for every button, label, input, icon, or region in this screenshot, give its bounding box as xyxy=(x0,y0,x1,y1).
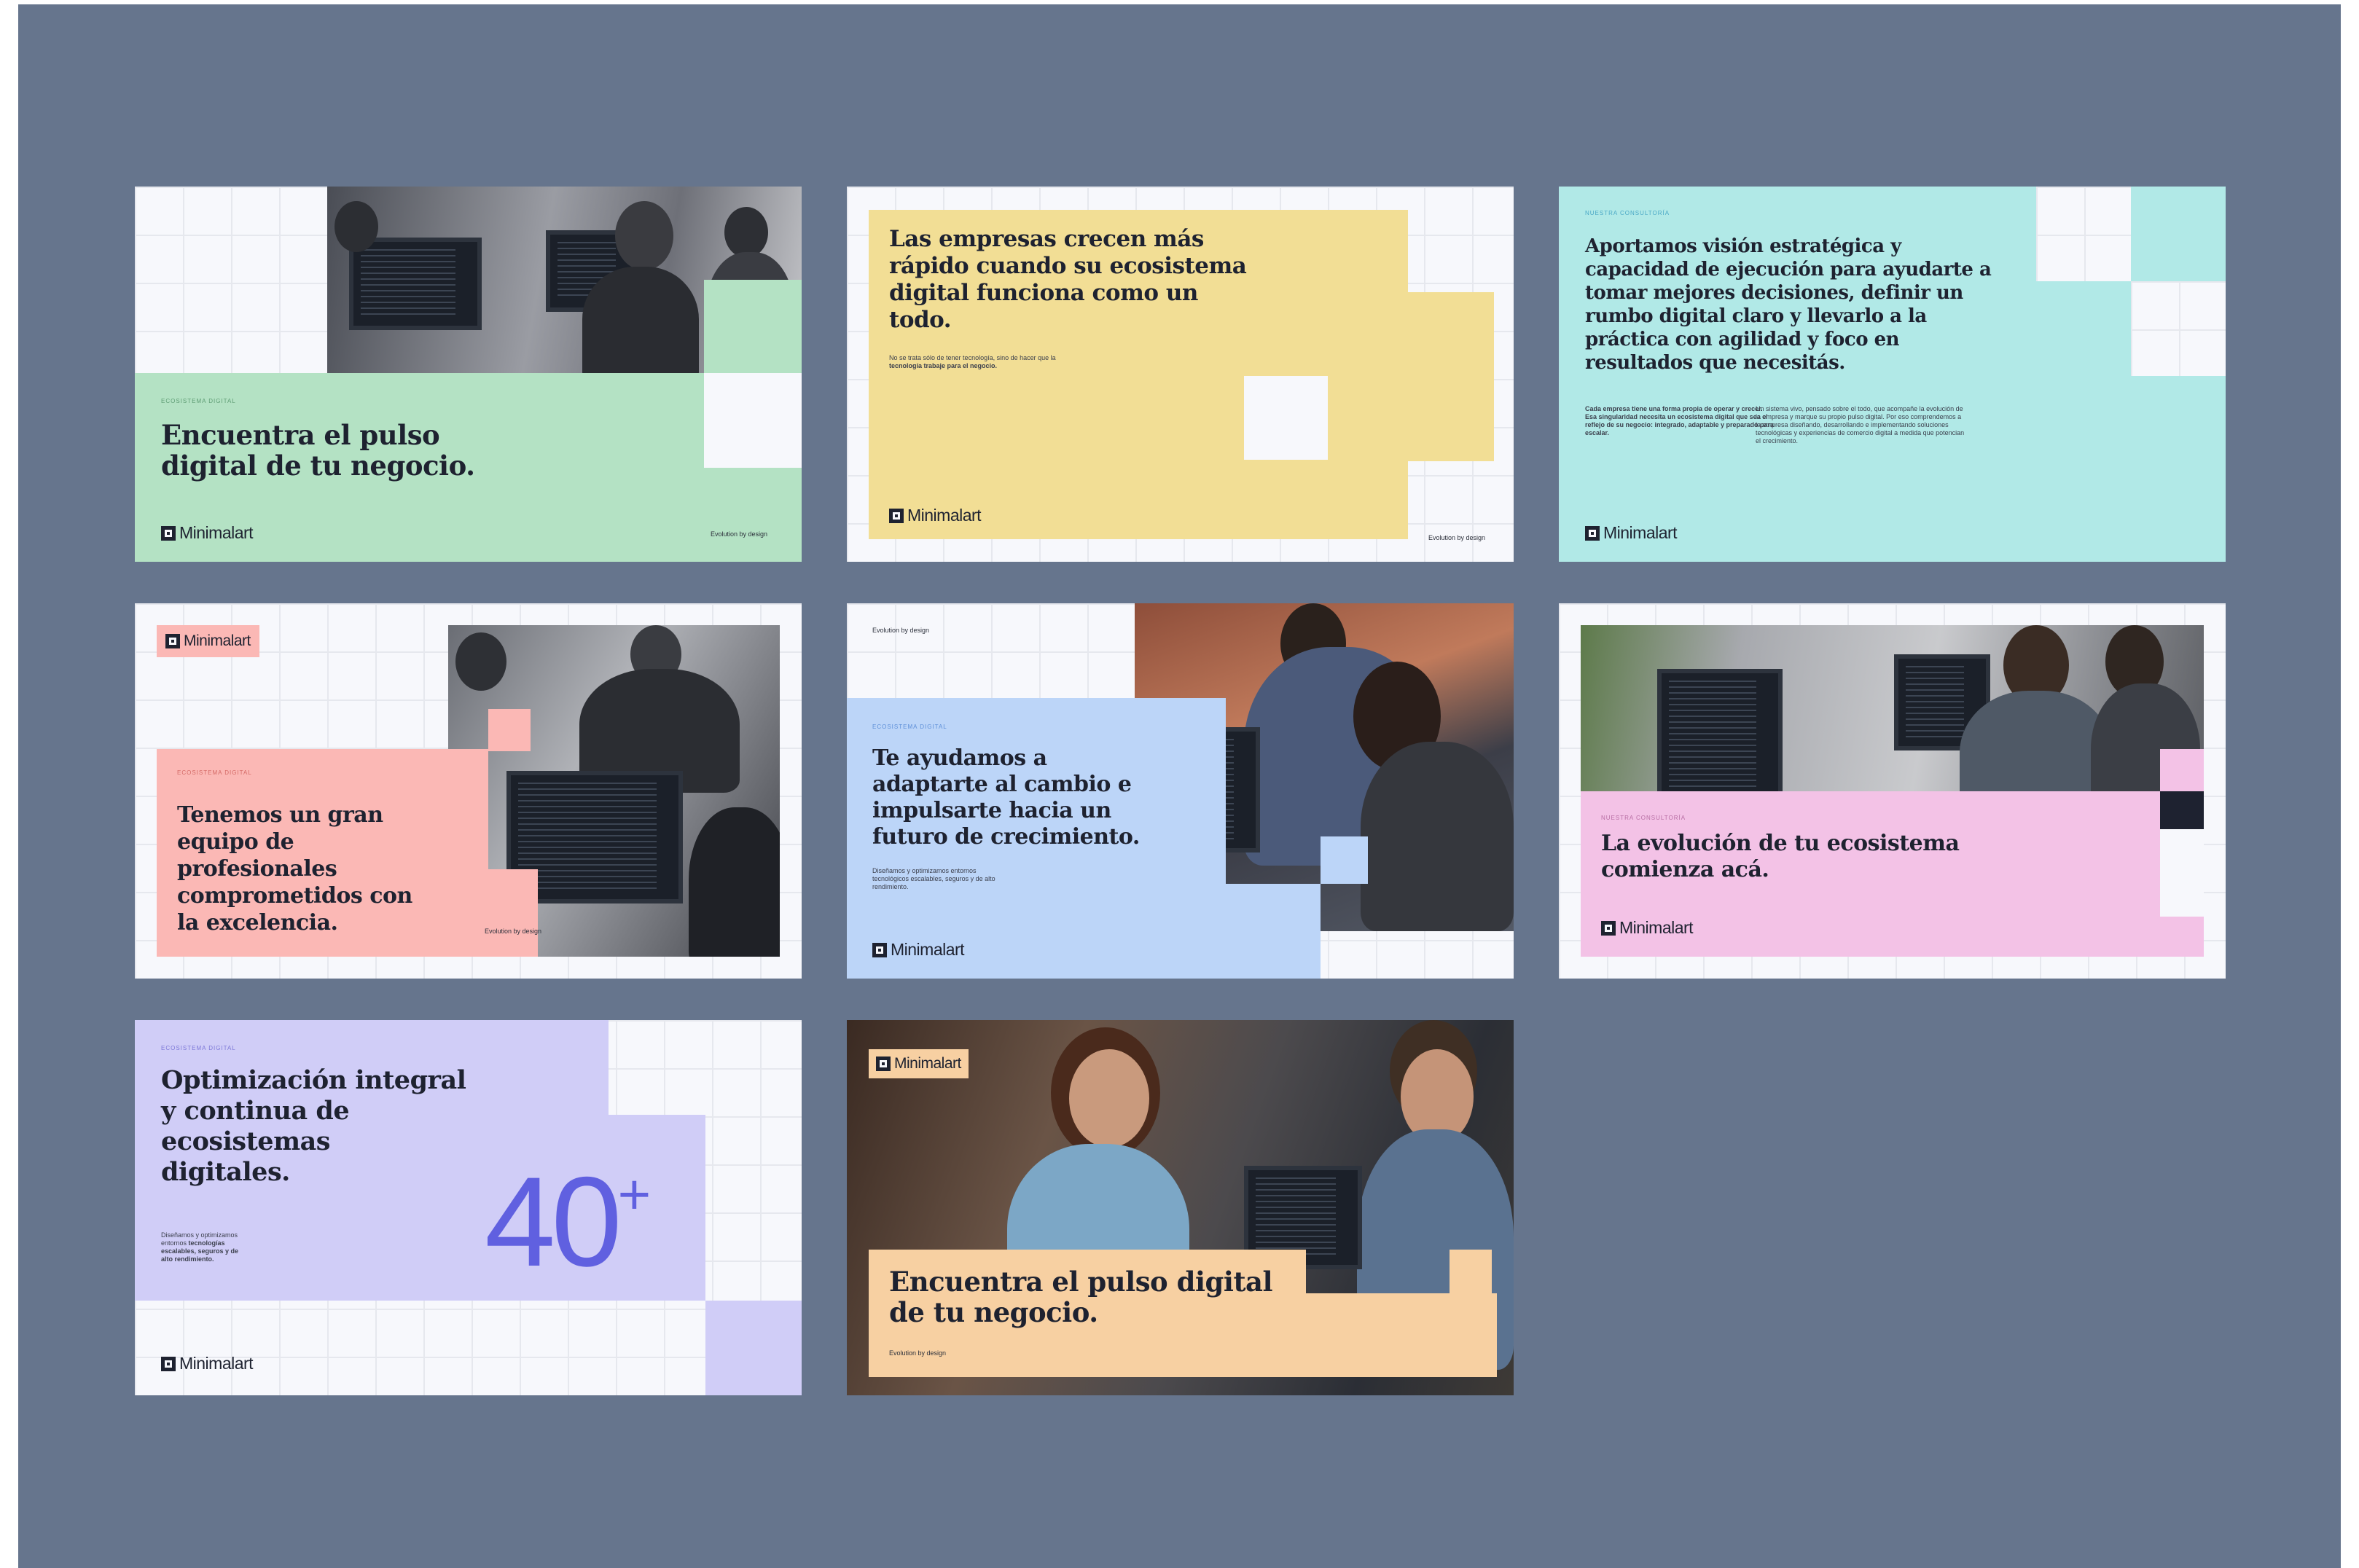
slide-2[interactable]: Las empresas crecen más rápido cuando su… xyxy=(847,187,1514,562)
color-block xyxy=(488,869,538,957)
minimalart-logo-icon xyxy=(876,1057,891,1071)
slide-3[interactable]: Nuestra consultoría Aportamos visión est… xyxy=(1559,187,2226,562)
slide-headline: Tenemos un gran equipo de profesionales … xyxy=(177,802,412,936)
slide-headline: Aportamos visión estratégica y capacidad… xyxy=(1585,235,1992,374)
minimalart-logo-icon xyxy=(161,1356,176,1371)
color-block xyxy=(705,1301,802,1395)
grid-block xyxy=(2131,281,2226,376)
brand-logo: Minimalart xyxy=(1585,523,1678,543)
logo-text: Minimalart xyxy=(1603,523,1678,542)
slide-8[interactable]: Minimalart Encuentra el pulso digital de… xyxy=(847,1020,1514,1395)
minimalart-logo-icon xyxy=(165,634,180,648)
grid-block xyxy=(2160,829,2204,917)
slide-body: Diseñamos y optimizamos entornos tecnolo… xyxy=(161,1231,249,1263)
eyebrow: Nuestra consultoría xyxy=(1601,815,1686,821)
brand-logo: Minimalart xyxy=(1601,918,1694,938)
slide-headline: Las empresas crecen más rápido cuando su… xyxy=(889,226,1247,333)
body-column-2: Un sistema vivo, pensado sobre el todo, … xyxy=(1756,405,1965,444)
slide-headline: Te ayudamos a adaptarte al cambio e impu… xyxy=(872,745,1140,850)
slide-1[interactable]: Ecosistema digital Encuentra el pulso di… xyxy=(135,187,802,562)
slide-body: Diseñamos y optimizamos entornos tecnoló… xyxy=(872,867,995,890)
tagline: Evolution by design xyxy=(485,928,542,935)
slide-4[interactable]: Minimalart Ecosistema digital Tenemos un… xyxy=(135,603,802,979)
minimalart-logo-icon xyxy=(161,525,176,541)
color-block xyxy=(1226,884,1321,979)
color-block xyxy=(1408,292,1494,461)
color-block xyxy=(488,709,531,751)
logo-text: Minimalart xyxy=(184,632,251,649)
brand-logo: Minimalart xyxy=(872,940,965,960)
minimalart-logo-icon xyxy=(872,942,887,957)
slide-headline: Optimización integral y continua de ecos… xyxy=(161,1065,466,1187)
stat-number: 40 xyxy=(485,1151,622,1293)
color-block xyxy=(1450,1250,1492,1293)
stat-suffix: + xyxy=(617,1162,652,1226)
grid-block xyxy=(1244,376,1328,460)
brand-logo: Minimalart xyxy=(157,625,259,657)
eyebrow: Ecosistema digital xyxy=(872,724,947,730)
minimalart-logo-icon xyxy=(889,508,904,523)
grid-block xyxy=(704,373,802,468)
tagline: Evolution by design xyxy=(711,530,768,538)
color-block xyxy=(2160,749,2204,791)
logo-text: Minimalart xyxy=(179,1354,254,1373)
body-column-1: Cada empresa tiene una forma propia de o… xyxy=(1585,405,1775,436)
tagline: Evolution by design xyxy=(872,627,930,634)
minimalart-logo-icon xyxy=(1585,525,1600,541)
brand-logo: Minimalart xyxy=(161,523,254,543)
eyebrow: Ecosistema digital xyxy=(161,398,236,404)
eyebrow: Nuestra consultoría xyxy=(1585,210,1670,216)
tagline: Evolution by design xyxy=(889,1349,947,1357)
brand-logo: Minimalart xyxy=(161,1354,254,1373)
developers-office-photo xyxy=(1581,625,2204,815)
color-block xyxy=(1306,1293,1497,1377)
slide-headline: La evolución de tu ecosistema comienza a… xyxy=(1601,831,1960,882)
minimalart-logo-icon xyxy=(1601,920,1616,936)
body-text: No se trata sólo de tener tecnología, si… xyxy=(889,354,1056,361)
dark-block xyxy=(2160,791,2204,829)
logo-text: Minimalart xyxy=(907,506,982,525)
tagline: Evolution by design xyxy=(1428,534,1486,541)
slide-7[interactable]: Ecosistema digital Optimización integral… xyxy=(135,1020,802,1395)
logo-text: Minimalart xyxy=(179,523,254,542)
brand-logo: Minimalart xyxy=(889,506,982,525)
slide-headline: Encuentra el pulso digital de tu negocio… xyxy=(889,1266,1273,1328)
logo-text: Minimalart xyxy=(894,1055,961,1072)
logo-text: Minimalart xyxy=(891,940,965,959)
slide-6[interactable]: Nuestra consultoría La evolución de tu e… xyxy=(1559,603,2226,979)
color-block xyxy=(704,280,802,375)
brand-logo: Minimalart xyxy=(869,1049,969,1078)
body-bold: tecnología trabaje para el negocio. xyxy=(889,362,998,369)
grid-block xyxy=(2036,187,2131,281)
eyebrow: Ecosistema digital xyxy=(161,1045,236,1051)
slide-5[interactable]: Evolution by design Ecosistema digital T… xyxy=(847,603,1514,979)
slide-body: No se trata sólo de tener tecnología, si… xyxy=(889,354,1071,370)
grid-block xyxy=(1328,460,1514,562)
slide-headline: Encuentra el pulso digital de tu negocio… xyxy=(161,419,475,482)
color-block xyxy=(1321,836,1368,884)
logo-text: Minimalart xyxy=(1619,918,1694,937)
stat-figure: 40+ xyxy=(485,1159,651,1286)
eyebrow: Ecosistema digital xyxy=(177,769,252,776)
presentation-board: Ecosistema digital Encuentra el pulso di… xyxy=(18,4,2341,1568)
